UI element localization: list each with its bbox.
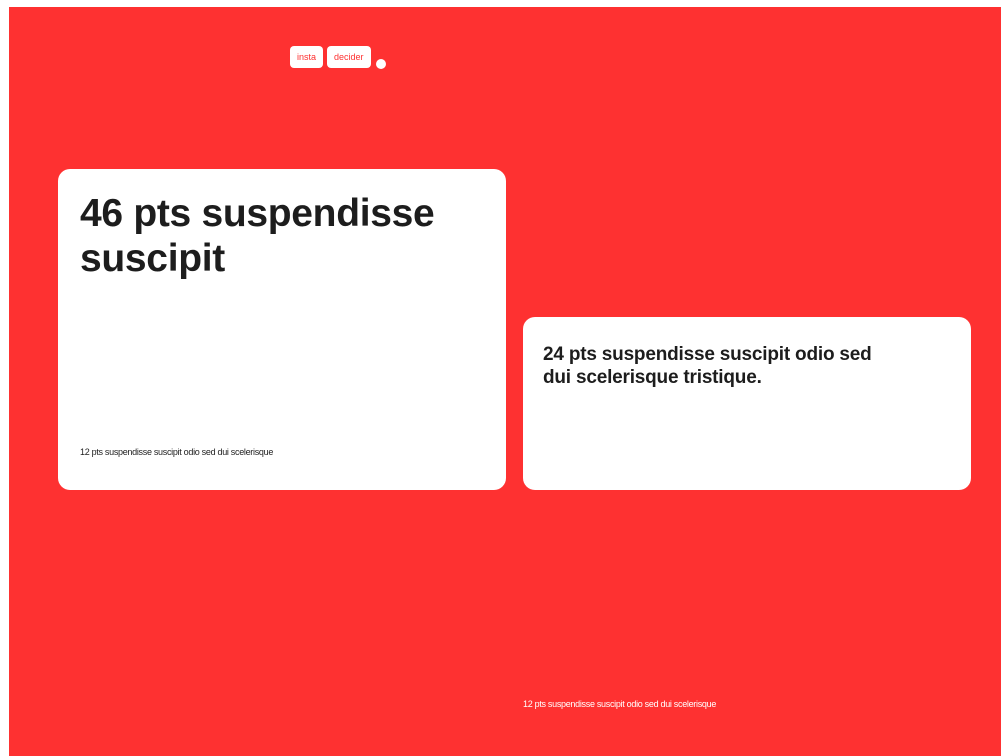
heading-46pt: 46 pts suspendisse suscipit: [80, 192, 435, 280]
type-sample-card-small: 24 pts suspendisse suscipit odio sed dui…: [523, 317, 971, 490]
heading-24pt: 24 pts suspendisse suscipit odio sed dui…: [543, 344, 872, 388]
logo-word-decider: decider: [327, 46, 371, 68]
footer-caption-12pt: 12 pts suspendisse suscipit odio sed dui…: [523, 699, 717, 709]
logo-word-insta: insta: [290, 46, 324, 68]
red-canvas: insta decider 46 pts suspendisse suscipi…: [9, 7, 1001, 756]
type-sample-card-large: 46 pts suspendisse suscipit 12 pts suspe…: [58, 169, 506, 490]
caption-12pt: 12 pts suspendisse suscipit odio sed dui…: [80, 447, 274, 457]
brand-logo[interactable]: insta decider: [290, 46, 386, 70]
logo-dot-icon: [375, 59, 386, 69]
